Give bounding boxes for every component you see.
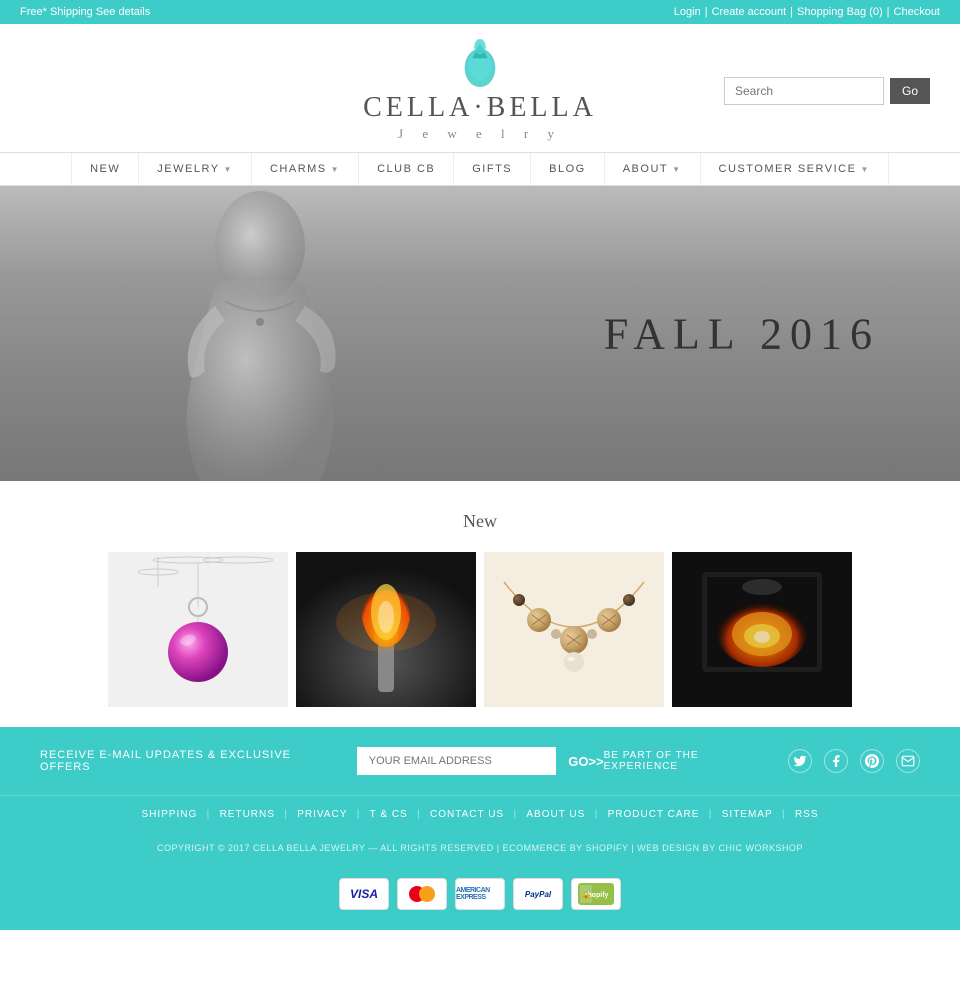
- footer-link-returns[interactable]: RETURNS: [220, 809, 275, 820]
- new-section: New: [0, 481, 960, 727]
- email-icon[interactable]: [896, 749, 920, 773]
- nav-label-clubcb: CLUB CB: [377, 163, 435, 175]
- search-button[interactable]: Go: [890, 78, 930, 104]
- checkout-link[interactable]: Checkout: [894, 6, 940, 18]
- login-link[interactable]: Login: [674, 6, 701, 18]
- nav-item-about[interactable]: ABOUT ▼: [605, 153, 701, 185]
- payment-icons: VISA AMERICAN EXPRESS PayPal shopify 🔒: [0, 868, 960, 930]
- shopify-payment-icon: shopify 🔒: [571, 878, 621, 910]
- product-card-2[interactable]: [296, 552, 476, 707]
- shopping-bag-link[interactable]: Shopping Bag (0): [797, 6, 883, 18]
- top-bar: Free* Shipping See details Login | Creat…: [0, 0, 960, 24]
- footer-link-tcs[interactable]: T & CS: [370, 809, 408, 820]
- footer-link-sitemap[interactable]: SITEMAP: [722, 809, 773, 820]
- chevron-down-icon: ▼: [672, 165, 681, 174]
- logo-area: CELLA·BELLA J e w e l r y: [255, 39, 705, 142]
- product-card-1[interactable]: [108, 552, 288, 707]
- footer-link-product-care[interactable]: PRODUCT CARE: [608, 809, 700, 820]
- amex-payment-icon: AMERICAN EXPRESS: [455, 878, 505, 910]
- nav-item-blog[interactable]: BLOG: [531, 153, 605, 185]
- nav-label-about: ABOUT: [623, 163, 668, 175]
- nav-item-customer-service[interactable]: CUSTOMER SERVICE ▼: [701, 153, 889, 185]
- shipping-notice: Free* Shipping See details: [20, 6, 150, 18]
- nav-label-customer-service: CUSTOMER SERVICE: [719, 163, 857, 175]
- new-section-title: New: [30, 511, 930, 532]
- footer-social: BE PART OF THE EXPERIENCE: [604, 749, 920, 773]
- footer-email-area: RECEIVE E-MAIL UPDATES & EXCLUSIVE OFFER…: [40, 747, 604, 775]
- product-card-4[interactable]: [672, 552, 852, 707]
- product-card-3[interactable]: [484, 552, 664, 707]
- footer-link-shipping[interactable]: SHIPPING: [141, 809, 197, 820]
- create-account-link[interactable]: Create account: [712, 6, 787, 18]
- nav-item-clubcb[interactable]: CLUB CB: [359, 153, 454, 185]
- logo-icon: [460, 39, 500, 89]
- chevron-down-icon: ▼: [331, 165, 340, 174]
- footer-go-button[interactable]: GO>>: [568, 754, 603, 769]
- footer-link-contact[interactable]: CONTACT US: [430, 809, 504, 820]
- copyright-text: COPYRIGHT © 2017 CELLA BELLA JEWELRY — A…: [40, 843, 920, 853]
- visa-payment-icon: VISA: [339, 878, 389, 910]
- search-input[interactable]: [724, 77, 884, 105]
- footer-link-privacy[interactable]: PRIVACY: [297, 809, 347, 820]
- mastercard-payment-icon: [397, 878, 447, 910]
- footer-link-about[interactable]: ABOUT US: [526, 809, 585, 820]
- nav-item-gifts[interactable]: GIFTS: [454, 153, 531, 185]
- logo-sub: J e w e l r y: [398, 126, 562, 142]
- footer-email-label: RECEIVE E-MAIL UPDATES & EXCLUSIVE OFFER…: [40, 749, 345, 773]
- product-grid: [30, 552, 930, 707]
- paypal-payment-icon: PayPal: [513, 878, 563, 910]
- nav-label-gifts: GIFTS: [472, 163, 512, 175]
- hero-text: FALL 2016: [604, 308, 880, 359]
- footer-social-label: BE PART OF THE EXPERIENCE: [604, 750, 777, 772]
- pinterest-icon[interactable]: [860, 749, 884, 773]
- svg-text:🔒: 🔒: [581, 890, 591, 899]
- footer-copyright: COPYRIGHT © 2017 CELLA BELLA JEWELRY — A…: [0, 835, 960, 868]
- nav-label-jewelry: JEWELRY: [157, 163, 219, 175]
- footer-link-rss[interactable]: RSS: [795, 809, 819, 820]
- nav: NEW JEWELRY ▼ CHARMS ▼ CLUB CB GIFTS BLO…: [0, 152, 960, 186]
- nav-label-blog: BLOG: [549, 163, 586, 175]
- header-right: Go: [705, 77, 930, 105]
- facebook-icon[interactable]: [824, 749, 848, 773]
- hero-title: FALL 2016: [604, 309, 880, 358]
- logo-brand[interactable]: CELLA·BELLA: [363, 94, 597, 122]
- chevron-down-icon: ▼: [860, 165, 869, 174]
- top-bar-right: Login | Create account | Shopping Bag (0…: [674, 6, 940, 18]
- footer-email-input[interactable]: [357, 747, 556, 775]
- nav-item-charms[interactable]: CHARMS ▼: [252, 153, 359, 185]
- hero-figure: [60, 186, 560, 481]
- header: CELLA·BELLA J e w e l r y Go: [0, 24, 960, 152]
- nav-item-new[interactable]: NEW: [71, 153, 139, 185]
- twitter-icon[interactable]: [788, 749, 812, 773]
- nav-item-jewelry[interactable]: JEWELRY ▼: [139, 153, 252, 185]
- hero-banner: FALL 2016: [0, 186, 960, 481]
- footer-teal: RECEIVE E-MAIL UPDATES & EXCLUSIVE OFFER…: [0, 727, 960, 795]
- footer-email-social: RECEIVE E-MAIL UPDATES & EXCLUSIVE OFFER…: [40, 747, 920, 775]
- nav-label-new: NEW: [90, 163, 120, 175]
- chevron-down-icon: ▼: [224, 165, 233, 174]
- footer-links: SHIPPING | RETURNS | PRIVACY | T & CS | …: [0, 795, 960, 835]
- nav-label-charms: CHARMS: [270, 163, 327, 175]
